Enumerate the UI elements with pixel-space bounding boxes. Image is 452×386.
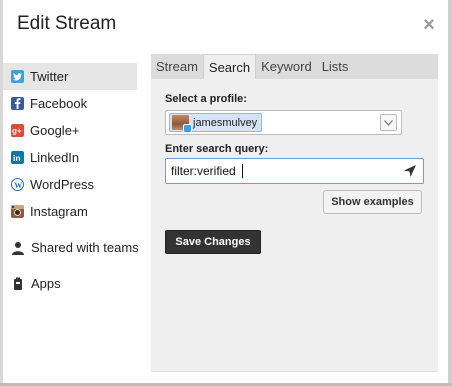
sidebar-item-linkedin[interactable]: in LinkedIn <box>3 144 137 171</box>
sidebar-item-instagram[interactable]: Instagram <box>3 198 137 225</box>
network-sidebar: Twitter Facebook g+ Google+ in LinkedIn … <box>3 63 139 297</box>
text-caret <box>242 164 243 178</box>
sidebar-item-label: Apps <box>31 276 61 291</box>
save-changes-button[interactable]: Save Changes <box>165 230 261 254</box>
sidebar-item-label: Facebook <box>30 96 88 111</box>
twitter-badge-icon <box>183 124 192 133</box>
sidebar-item-label: Twitter <box>30 69 69 84</box>
sidebar-item-label: Google+ <box>30 123 80 138</box>
profile-label: Select a profile: <box>165 93 247 105</box>
query-label: Enter search query: <box>165 143 269 155</box>
sidebar-item-twitter[interactable]: Twitter <box>3 63 137 90</box>
chevron-down-icon[interactable] <box>380 114 397 131</box>
search-query-input[interactable] <box>171 163 391 179</box>
sidebar-item-apps[interactable]: Apps <box>3 270 137 297</box>
tab-lists[interactable]: Lists <box>317 54 354 79</box>
stream-settings-panel: Stream Search Keyword Lists Select a pro… <box>151 54 438 372</box>
close-button[interactable]: × <box>421 15 437 35</box>
svg-text:W: W <box>14 181 22 189</box>
instagram-icon <box>11 205 24 218</box>
tab-keyword[interactable]: Keyword <box>256 54 317 79</box>
sidebar-separator <box>3 225 137 234</box>
tab-stream[interactable]: Stream <box>151 54 203 79</box>
profile-select[interactable]: jamesmulvey <box>165 110 402 135</box>
sidebar-item-google-plus[interactable]: g+ Google+ <box>3 117 137 144</box>
sidebar-item-label: WordPress <box>30 177 95 192</box>
svg-text:in: in <box>13 153 21 162</box>
avatar <box>172 115 192 133</box>
dialog-title: Edit Stream <box>17 13 117 34</box>
twitter-icon <box>11 70 24 83</box>
svg-text:g+: g+ <box>12 127 22 136</box>
search-query-field[interactable] <box>165 158 424 184</box>
sidebar-item-wordpress[interactable]: W WordPress <box>3 171 137 198</box>
show-examples-button[interactable]: Show examples <box>323 190 422 214</box>
sidebar-item-label: LinkedIn <box>30 150 80 165</box>
right-border <box>448 0 452 386</box>
apps-icon <box>11 277 25 291</box>
profile-name: jamesmulvey <box>193 116 258 129</box>
location-arrow-icon[interactable] <box>403 164 417 178</box>
linkedin-icon: in <box>11 151 24 164</box>
sidebar-separator <box>3 261 137 270</box>
wordpress-icon: W <box>11 178 24 191</box>
google-plus-icon: g+ <box>11 124 24 137</box>
facebook-icon <box>11 97 24 110</box>
team-icon <box>11 241 25 255</box>
tab-search[interactable]: Search <box>202 54 257 79</box>
sidebar-item-facebook[interactable]: Facebook <box>3 90 137 117</box>
selected-profile-chip[interactable]: jamesmulvey <box>169 113 263 133</box>
sidebar-item-label: Shared with teams <box>31 240 139 255</box>
sidebar-item-shared-with-teams[interactable]: Shared with teams <box>3 234 139 261</box>
sidebar-item-label: Instagram <box>30 204 88 219</box>
stream-tabs: Stream Search Keyword Lists <box>151 54 438 79</box>
